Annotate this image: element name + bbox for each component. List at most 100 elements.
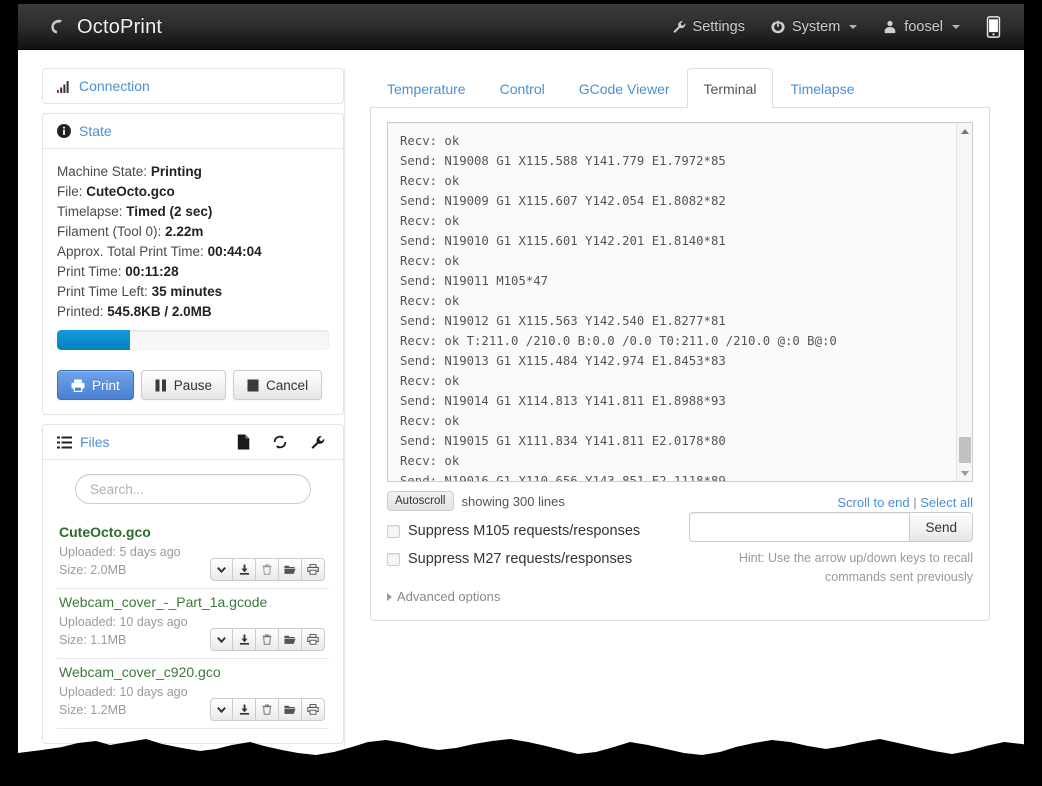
search-input[interactable] [75,474,311,504]
connection-panel: Connection [42,68,344,104]
brand[interactable]: OctoPrint [48,4,162,50]
chevron-down-icon[interactable] [210,698,233,721]
suppress-m105-label: Suppress M105 requests/responses [408,523,640,539]
command-hint-line1: Hint: Use the arrow up/down keys to reca… [693,549,973,568]
signal-icon [57,80,71,93]
screenshot-root: OctoPrint Settings System [0,0,1042,786]
links-separator: | [913,495,916,510]
pause-icon [155,379,167,392]
tab-temperature[interactable]: Temperature [370,68,483,108]
scroll-to-end-link[interactable]: Scroll to end [837,495,909,510]
list-item[interactable]: Webcam_cover_c920.gco Uploaded: 10 days … [57,659,329,729]
list-item[interactable]: Webcam_cover_-_Part_1a.gcode Uploaded: 1… [57,589,329,659]
cancel-button[interactable]: Cancel [233,370,322,400]
state-row-value: CuteOcto.gco [86,184,175,199]
chevron-down-icon[interactable] [210,558,233,581]
files-panel-header: Files [43,425,343,459]
state-row-file: File: CuteOcto.gco [57,182,329,202]
scrollbar-thumb[interactable] [959,437,971,463]
command-hint-line2: commands sent previously [693,568,973,587]
print-button[interactable]: Print [57,370,134,400]
state-row-value: 545.8KB / 2.0MB [107,304,211,319]
state-row-value: 00:44:04 [208,244,262,259]
list-item[interactable]: CuteOcto.gco Uploaded: 5 days ago Size: … [57,520,329,589]
brand-label: OctoPrint [77,16,162,39]
tab-control[interactable]: Control [483,68,562,108]
terminal-output[interactable]: Recv: ok Send: N19008 G1 X115.588 Y141.7… [387,122,973,482]
tab-terminal[interactable]: Terminal [687,68,774,108]
folder-open-icon[interactable] [279,628,302,651]
browser-page: OctoPrint Settings System [18,4,1024,774]
showing-lines-label: showing 300 lines [462,494,565,509]
autoscroll-button[interactable]: Autoscroll [387,491,454,511]
files-panel-title[interactable]: Files [80,434,110,450]
trash-icon[interactable] [256,628,279,651]
advanced-options-toggle[interactable]: Advanced options [387,589,687,604]
connection-panel-title[interactable]: Connection [79,78,150,94]
stop-icon [247,379,259,392]
pause-button-label: Pause [174,378,212,393]
main-tabs: Temperature Control GCode Viewer Termina… [370,66,990,108]
scroll-up-icon[interactable] [957,124,973,138]
folder-open-icon[interactable] [279,698,302,721]
state-panel: State Machine State: Printing File: Cute… [42,113,344,415]
print-icon[interactable] [302,558,325,581]
upload-file-icon[interactable] [237,434,250,450]
power-icon [771,20,785,34]
wrench-icon[interactable] [310,435,325,450]
nav-user[interactable]: foosel [870,4,973,50]
trash-icon[interactable] [256,558,279,581]
state-panel-title[interactable]: State [79,123,112,139]
state-row-machine-state: Machine State: Printing [57,162,329,182]
chevron-down-icon[interactable] [210,628,233,651]
state-row-label: File: [57,184,83,199]
command-input[interactable] [689,512,909,542]
suppress-m27-checkbox[interactable] [387,553,400,566]
state-panel-header[interactable]: State [43,114,343,148]
nav-settings[interactable]: Settings [659,4,758,50]
print-icon[interactable] [302,628,325,651]
download-icon[interactable] [233,558,256,581]
scroll-down-icon[interactable] [957,466,973,480]
sidebar-divider [344,68,345,774]
state-row-total-print-time: Approx. Total Print Time: 00:44:04 [57,242,329,262]
download-icon[interactable] [233,698,256,721]
download-icon[interactable] [233,628,256,651]
state-row-label: Approx. Total Print Time: [57,244,204,259]
main-area: Temperature Control GCode Viewer Termina… [370,66,990,621]
pause-button[interactable]: Pause [141,370,226,400]
file-name[interactable]: Webcam_cover_c920.gco [59,661,329,683]
tab-gcode-viewer[interactable]: GCode Viewer [562,68,687,108]
file-name[interactable]: CuteOcto.gco [59,521,329,543]
nav-system[interactable]: System [758,4,870,50]
nav-mobile-view[interactable] [973,4,1014,50]
wrench-icon [672,20,686,34]
send-button[interactable]: Send [909,512,973,542]
file-name[interactable]: Webcam_cover_-_Part_1a.gcode [59,591,329,613]
page-body: Connection State [18,50,1024,774]
state-row-print-time: Print Time: 00:11:28 [57,262,329,282]
suppress-m105-checkbox[interactable] [387,525,400,538]
suppress-m27-label: Suppress M27 requests/responses [408,551,632,567]
state-row-printed: Printed: 545.8KB / 2.0MB [57,302,329,322]
info-icon [57,124,71,138]
state-row-print-time-left: Print Time Left: 35 minutes [57,282,329,302]
state-row-timelapse: Timelapse: Timed (2 sec) [57,202,329,222]
print-icon[interactable] [302,698,325,721]
select-all-link[interactable]: Select all [920,495,973,510]
terminal-scrollbar[interactable] [956,123,972,481]
autoscroll-row: Autoscroll showing 300 lines [387,491,687,511]
files-panel-actions [237,434,329,450]
file-actions [210,628,325,651]
refresh-icon[interactable] [272,434,288,450]
suppress-m105-row[interactable]: Suppress M105 requests/responses [387,523,687,539]
suppress-m27-row[interactable]: Suppress M27 requests/responses [387,551,687,567]
connection-panel-header[interactable]: Connection [43,69,343,103]
folder-open-icon[interactable] [279,558,302,581]
print-button-label: Print [92,378,120,393]
state-row-filament: Filament (Tool 0): 2.22m [57,222,329,242]
top-navbar: OctoPrint Settings System [18,4,1024,50]
tab-timelapse[interactable]: Timelapse [773,68,871,108]
files-panel: Files [42,424,344,744]
trash-icon[interactable] [256,698,279,721]
